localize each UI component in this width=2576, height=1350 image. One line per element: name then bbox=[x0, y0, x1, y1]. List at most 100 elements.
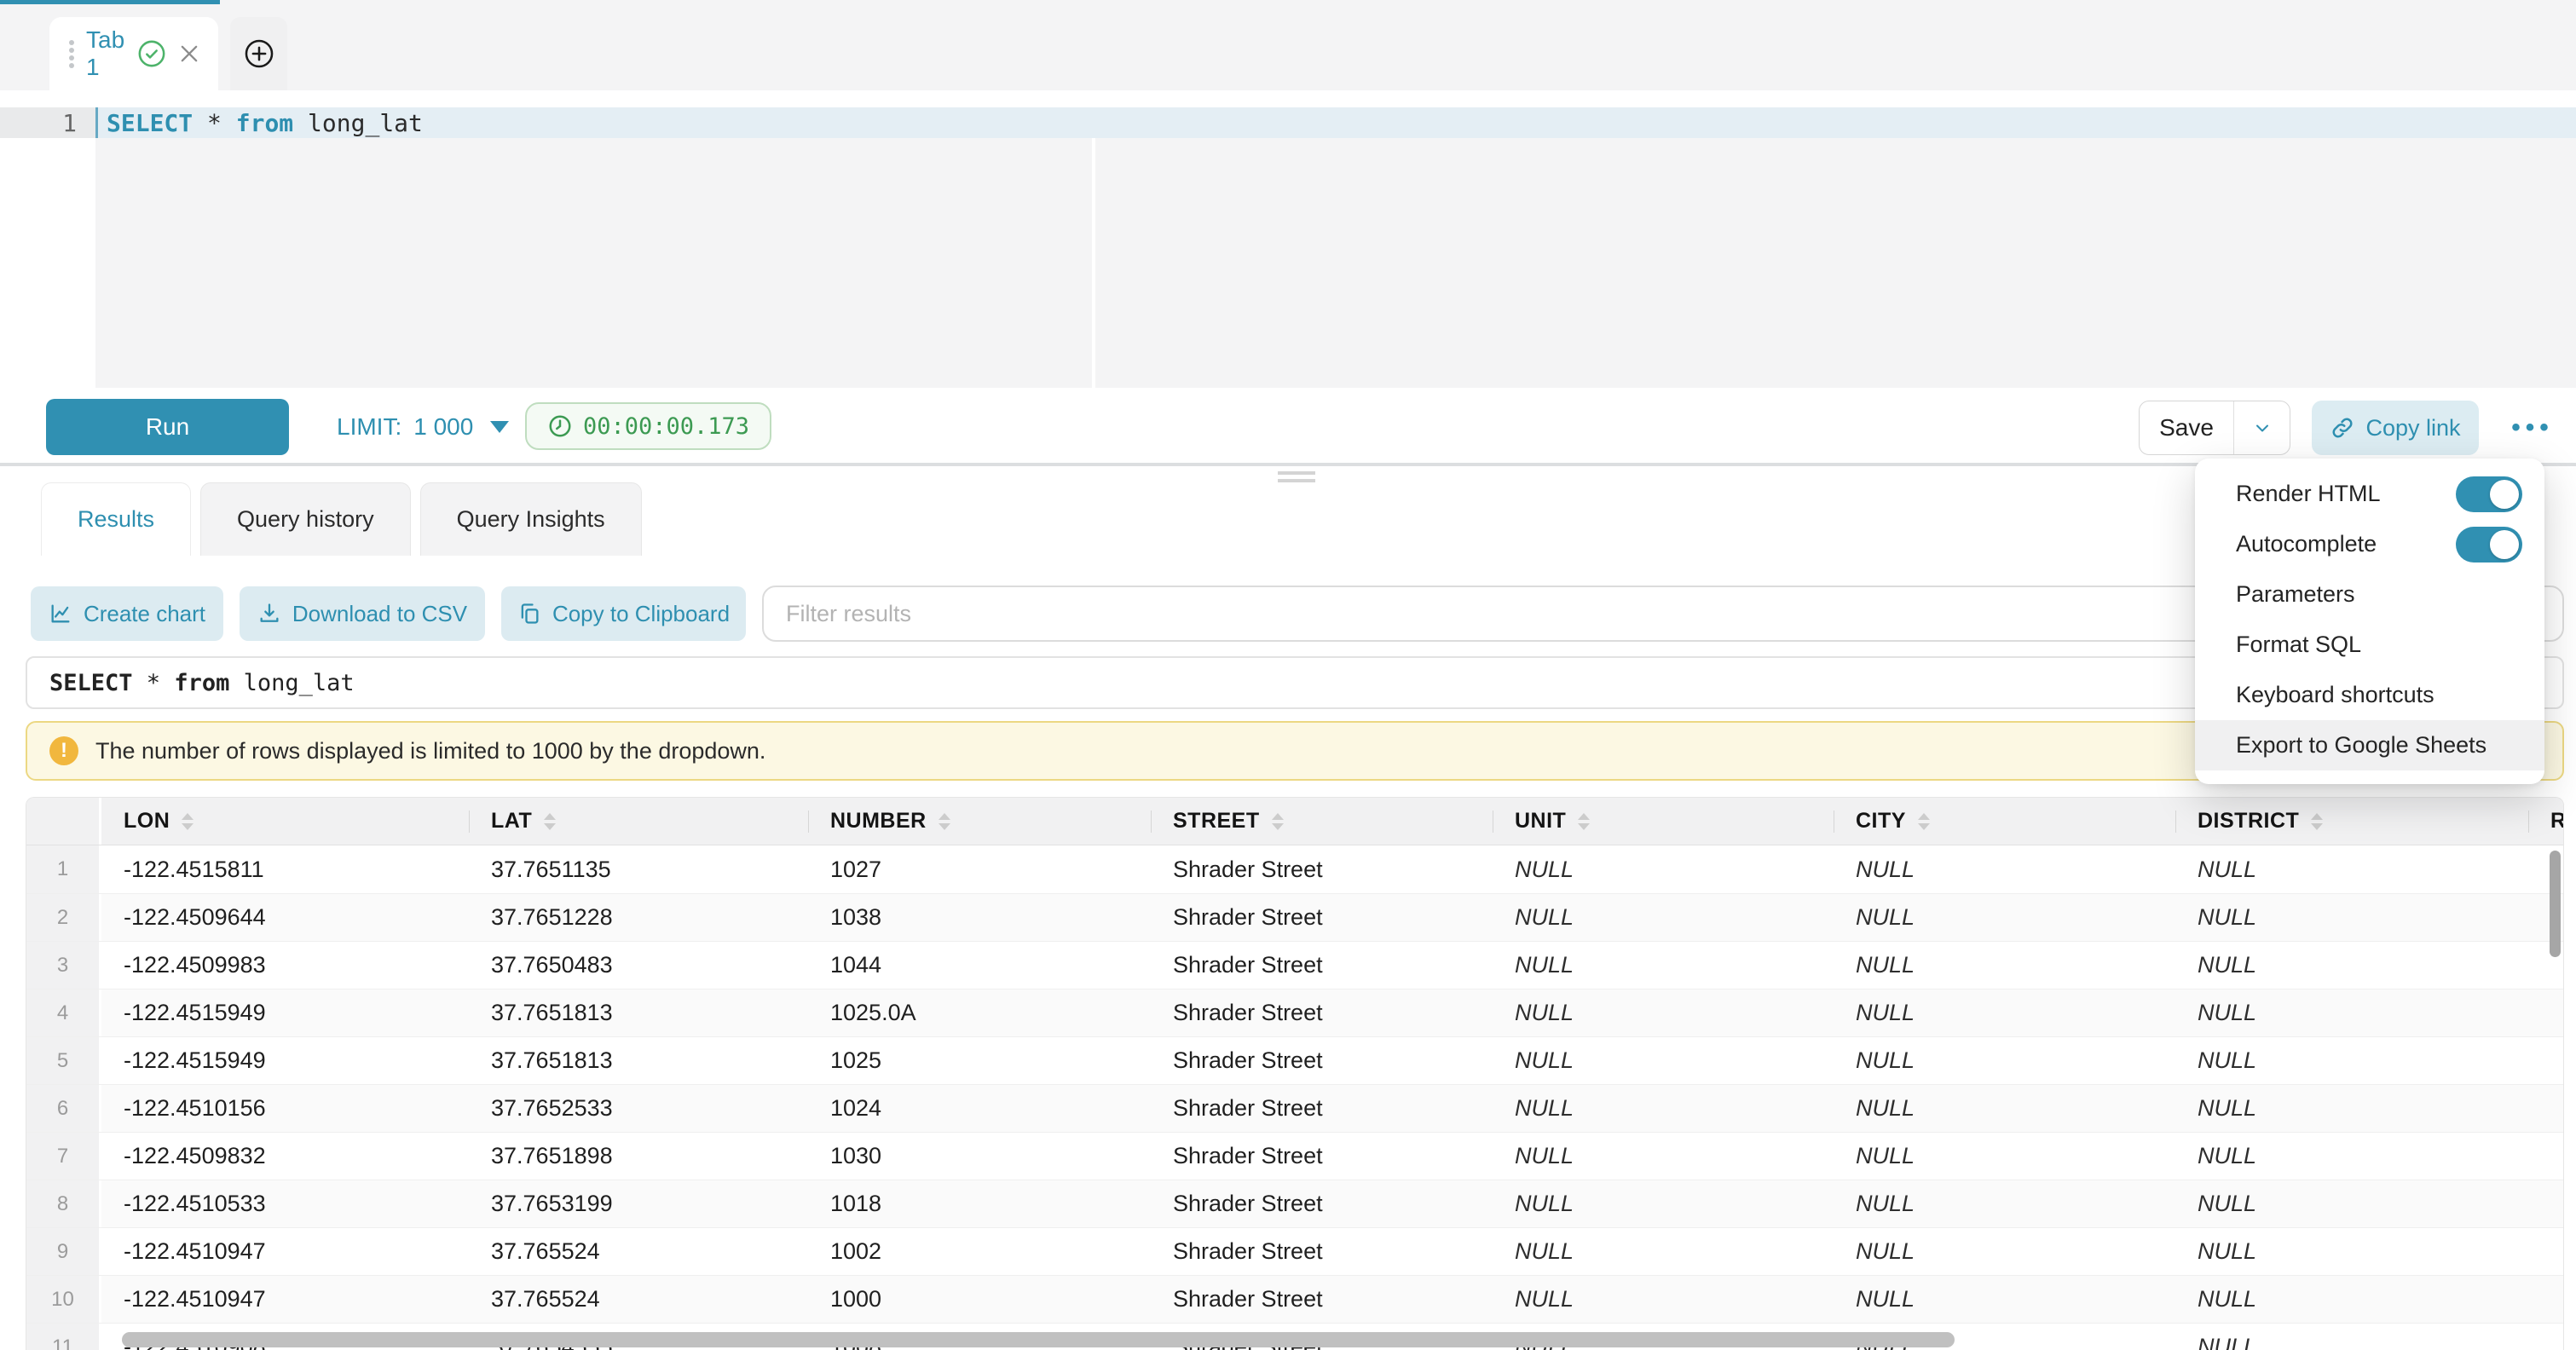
table-cell[interactable]: NULL bbox=[2175, 1085, 2528, 1132]
table-cell[interactable]: 37.7651898 bbox=[469, 1133, 808, 1180]
column-header-unit[interactable]: UNIT bbox=[1493, 798, 1834, 845]
table-cell[interactable]: Shrader Street bbox=[1151, 1037, 1493, 1084]
column-header-lon[interactable]: LON bbox=[101, 798, 469, 845]
table-cell[interactable]: -122.4515811 bbox=[101, 845, 469, 893]
editor-tab-active[interactable]: Tab 1 bbox=[49, 17, 218, 90]
table-cell[interactable]: NULL bbox=[1834, 1228, 2175, 1275]
table-cell[interactable]: 1030 bbox=[808, 1133, 1151, 1180]
sort-icon[interactable] bbox=[1918, 813, 1930, 830]
close-tab-icon[interactable] bbox=[177, 42, 201, 66]
sort-icon[interactable] bbox=[182, 813, 193, 830]
copy-link-button[interactable]: Copy link bbox=[2312, 401, 2479, 455]
download-csv-button[interactable]: Download to CSV bbox=[240, 586, 485, 641]
table-cell[interactable]: NULL bbox=[1834, 1085, 2175, 1132]
table-cell[interactable]: NULL bbox=[1493, 1133, 1834, 1180]
table-cell[interactable]: 1025 bbox=[808, 1037, 1151, 1084]
horizontal-scrollbar[interactable] bbox=[122, 1332, 1955, 1347]
table-cell[interactable]: NULL bbox=[1834, 1180, 2175, 1227]
column-header-city[interactable]: CITY bbox=[1834, 798, 2175, 845]
table-cell[interactable]: NULL bbox=[1834, 942, 2175, 989]
table-cell[interactable]: 1002 bbox=[808, 1228, 1151, 1275]
table-cell[interactable]: -122.4510947 bbox=[101, 1276, 469, 1323]
copy-clipboard-button[interactable]: Copy to Clipboard bbox=[501, 586, 746, 641]
menu-item-export-to-google-sheets[interactable]: Export to Google Sheets bbox=[2195, 720, 2544, 770]
table-cell[interactable]: 1025.0A bbox=[808, 989, 1151, 1036]
table-cell[interactable]: Shrader Street bbox=[1151, 845, 1493, 893]
table-cell[interactable]: NULL bbox=[1834, 1037, 2175, 1084]
table-cell[interactable]: -122.4515949 bbox=[101, 989, 469, 1036]
table-cell[interactable]: NULL bbox=[2175, 942, 2528, 989]
table-cell[interactable]: -122.4510156 bbox=[101, 1085, 469, 1132]
table-cell[interactable]: NULL bbox=[1493, 894, 1834, 941]
table-cell[interactable]: NULL bbox=[2175, 894, 2528, 941]
table-cell[interactable]: NULL bbox=[1834, 989, 2175, 1036]
column-header-street[interactable]: STREET bbox=[1151, 798, 1493, 845]
table-cell[interactable]: NULL bbox=[2175, 1276, 2528, 1323]
toggle-switch[interactable] bbox=[2456, 476, 2522, 512]
sort-icon[interactable] bbox=[1578, 813, 1590, 830]
results-tab-results[interactable]: Results bbox=[41, 482, 191, 556]
table-cell[interactable]: -122.4509832 bbox=[101, 1133, 469, 1180]
table-cell[interactable] bbox=[2528, 1180, 2564, 1227]
editor-body[interactable] bbox=[0, 138, 2576, 388]
table-cell[interactable]: NULL bbox=[2175, 1133, 2528, 1180]
table-cell[interactable]: NULL bbox=[1834, 1133, 2175, 1180]
menu-item-autocomplete[interactable]: Autocomplete bbox=[2195, 519, 2544, 569]
table-cell[interactable]: 1027 bbox=[808, 845, 1151, 893]
drag-handle-icon[interactable] bbox=[68, 39, 75, 68]
column-header-re[interactable]: RE bbox=[2528, 798, 2564, 845]
table-cell[interactable]: Shrader Street bbox=[1151, 1228, 1493, 1275]
table-cell[interactable]: -122.4510533 bbox=[101, 1180, 469, 1227]
table-cell[interactable]: NULL bbox=[2175, 1037, 2528, 1084]
table-cell[interactable] bbox=[2528, 1085, 2564, 1132]
table-cell[interactable] bbox=[2528, 1276, 2564, 1323]
table-cell[interactable]: 1018 bbox=[808, 1180, 1151, 1227]
table-cell[interactable]: Shrader Street bbox=[1151, 989, 1493, 1036]
column-header-district[interactable]: DISTRICT bbox=[2175, 798, 2528, 845]
table-cell[interactable]: NULL bbox=[1493, 942, 1834, 989]
table-cell[interactable] bbox=[2528, 1133, 2564, 1180]
column-header-number[interactable]: NUMBER bbox=[808, 798, 1151, 845]
table-cell[interactable] bbox=[2528, 1228, 2564, 1275]
table-cell[interactable] bbox=[2528, 989, 2564, 1036]
sql-code-line[interactable]: SELECT * from long_lat bbox=[98, 109, 423, 137]
table-cell[interactable]: NULL bbox=[2175, 845, 2528, 893]
table-cell[interactable]: 1024 bbox=[808, 1085, 1151, 1132]
create-chart-button[interactable]: Create chart bbox=[31, 586, 223, 641]
table-cell[interactable] bbox=[2528, 1324, 2564, 1350]
table-cell[interactable] bbox=[2528, 1037, 2564, 1084]
table-cell[interactable]: NULL bbox=[1493, 1180, 1834, 1227]
table-cell[interactable]: 37.7651813 bbox=[469, 1037, 808, 1084]
table-cell[interactable]: NULL bbox=[2175, 989, 2528, 1036]
save-button[interactable]: Save bbox=[2140, 401, 2233, 454]
table-cell[interactable]: -122.4509644 bbox=[101, 894, 469, 941]
table-cell[interactable]: NULL bbox=[1493, 1085, 1834, 1132]
column-header-lat[interactable]: LAT bbox=[469, 798, 808, 845]
sort-icon[interactable] bbox=[544, 813, 556, 830]
table-cell[interactable]: -122.4510947 bbox=[101, 1228, 469, 1275]
table-cell[interactable]: Shrader Street bbox=[1151, 942, 1493, 989]
table-cell[interactable]: 1044 bbox=[808, 942, 1151, 989]
results-tab-query-history[interactable]: Query history bbox=[200, 482, 411, 556]
table-cell[interactable]: NULL bbox=[1493, 989, 1834, 1036]
results-tab-query-insights[interactable]: Query Insights bbox=[420, 482, 642, 556]
sort-icon[interactable] bbox=[2311, 813, 2323, 830]
menu-item-render-html[interactable]: Render HTML bbox=[2195, 469, 2544, 519]
table-cell[interactable]: NULL bbox=[1493, 845, 1834, 893]
table-cell[interactable]: NULL bbox=[1834, 1276, 2175, 1323]
menu-item-keyboard-shortcuts[interactable]: Keyboard shortcuts bbox=[2195, 670, 2544, 720]
table-cell[interactable]: 1038 bbox=[808, 894, 1151, 941]
sort-icon[interactable] bbox=[1272, 813, 1284, 830]
editor-active-line[interactable]: 1 SELECT * from long_lat bbox=[0, 107, 2576, 138]
table-cell[interactable]: Shrader Street bbox=[1151, 1085, 1493, 1132]
table-cell[interactable]: 37.765524 bbox=[469, 1276, 808, 1323]
table-cell[interactable]: NULL bbox=[2175, 1180, 2528, 1227]
table-cell[interactable]: -122.4515949 bbox=[101, 1037, 469, 1084]
table-cell[interactable]: Shrader Street bbox=[1151, 1180, 1493, 1227]
table-cell[interactable]: NULL bbox=[1493, 1276, 1834, 1323]
sort-icon[interactable] bbox=[939, 813, 950, 830]
toggle-switch[interactable] bbox=[2456, 527, 2522, 562]
vertical-scrollbar[interactable] bbox=[2550, 851, 2561, 957]
table-cell[interactable]: 37.7651813 bbox=[469, 989, 808, 1036]
new-tab-button[interactable] bbox=[230, 17, 287, 90]
